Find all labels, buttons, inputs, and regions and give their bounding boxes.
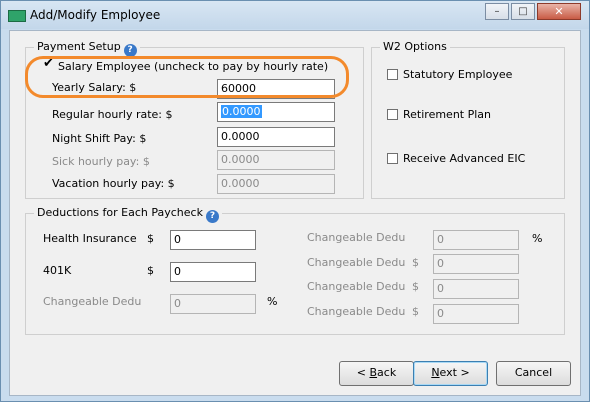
vacation-pay-label: Vacation hourly pay: $ [52, 177, 175, 190]
changeable-deduction-input: 0 [433, 304, 519, 324]
minimize-button[interactable]: – [485, 3, 509, 20]
annotation-highlight [25, 56, 349, 98]
maximize-icon: □ [518, 6, 528, 17]
dialog-window: Add/Modify Employee – □ ✕ Payment Setup?… [0, 0, 590, 402]
minimize-icon: – [494, 6, 500, 17]
window-title: Add/Modify Employee [30, 8, 161, 22]
next-button[interactable]: Next > [413, 361, 488, 386]
app-icon [8, 10, 26, 22]
night-shift-label: Night Shift Pay: $ [52, 132, 147, 145]
back-label-accel: B [369, 366, 378, 379]
statutory-employee-checkbox[interactable] [387, 69, 398, 80]
payment-setup-title: Payment Setup [37, 40, 121, 53]
next-label-accel: N [431, 366, 440, 379]
w2-options-legend: W2 Options [380, 40, 450, 53]
currency-symbol: $ [412, 305, 419, 318]
close-button[interactable]: ✕ [537, 3, 581, 20]
401k-label: 401K [43, 264, 72, 277]
statutory-employee-label[interactable]: Statutory Employee [403, 68, 512, 81]
back-label-rest: ack [377, 366, 397, 379]
night-shift-input[interactable]: 0.0000 [217, 127, 335, 147]
close-icon: ✕ [554, 5, 564, 18]
percent-unit: % [267, 295, 278, 308]
payment-setup-legend: Payment Setup? [34, 40, 140, 57]
health-insurance-label: Health Insurance [43, 232, 137, 245]
changeable-deduction-label: Changeable Dedu [307, 280, 406, 293]
changeable-deduction-input: 0 [433, 230, 519, 250]
changeable-deduction-label: Changeable Dedu [307, 256, 406, 269]
changeable-deduction-label: Changeable Dedu [307, 305, 406, 318]
next-label-rest: ext > [439, 366, 470, 379]
back-label-prefix: < [356, 366, 370, 379]
back-button[interactable]: < Back [339, 361, 414, 386]
maximize-button[interactable]: □ [511, 3, 535, 20]
regular-rate-value: 0.0000 [221, 105, 262, 118]
changeable-deduction-input: 0 [433, 254, 519, 274]
deductions-title: Deductions for Each Paycheck [37, 206, 203, 219]
deductions-legend: Deductions for Each Paycheck? [34, 206, 222, 223]
currency-symbol: $ [412, 256, 419, 269]
changeable-deduction-input: 0 [433, 279, 519, 299]
cancel-button[interactable]: Cancel [496, 361, 571, 386]
changeable-deduction-input: 0 [170, 294, 256, 314]
health-insurance-input[interactable]: 0 [170, 230, 256, 250]
retirement-plan-label[interactable]: Retirement Plan [403, 108, 491, 121]
health-currency-symbol: $ [147, 232, 154, 245]
regular-rate-input[interactable]: 0.0000 [217, 102, 335, 122]
401k-input[interactable]: 0 [170, 262, 256, 282]
changeable-deduction-label: Changeable Dedu [307, 231, 406, 244]
changeable-deduction-label: Changeable Dedu [43, 295, 142, 308]
title-bar[interactable]: Add/Modify Employee – □ ✕ [1, 1, 589, 29]
retirement-plan-checkbox[interactable] [387, 109, 398, 120]
currency-symbol: $ [412, 280, 419, 293]
401k-currency-symbol: $ [147, 264, 154, 277]
vacation-pay-input: 0.0000 [217, 174, 335, 194]
help-icon[interactable]: ? [205, 210, 219, 223]
regular-rate-label: Regular hourly rate: $ [52, 108, 173, 121]
percent-unit: % [532, 232, 543, 245]
sick-pay-input: 0.0000 [217, 150, 335, 170]
advanced-eic-checkbox[interactable] [387, 153, 398, 164]
advanced-eic-label[interactable]: Receive Advanced EIC [403, 152, 525, 165]
sick-pay-label: Sick hourly pay: $ [52, 155, 150, 168]
